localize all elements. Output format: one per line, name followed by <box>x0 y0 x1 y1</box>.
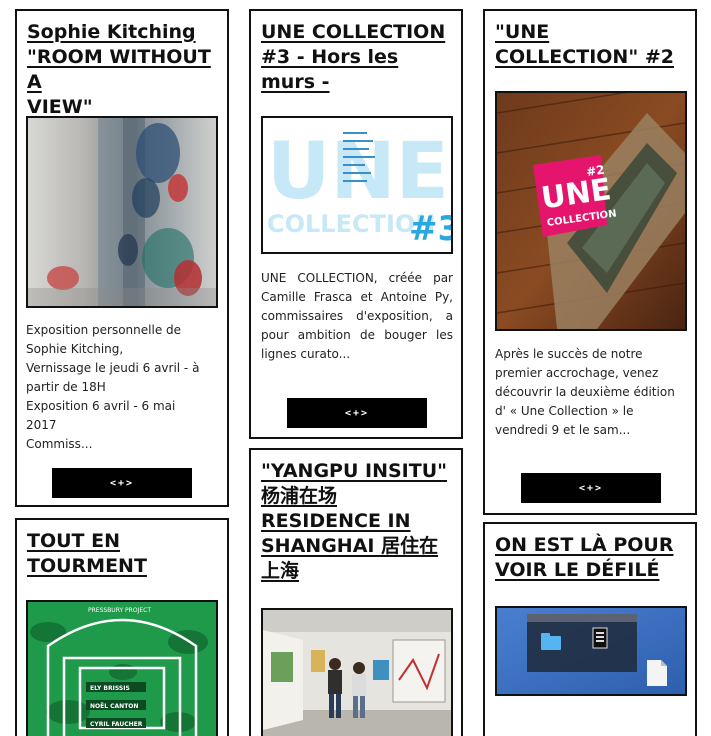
gallery-visitors-photo <box>263 610 451 736</box>
post-card-une-collection-2: "UNE COLLECTION" #2 UNE COLLECTION #2 Ap… <box>483 9 697 515</box>
post-excerpt: Exposition personnelle de Sophie Kitchin… <box>26 321 222 454</box>
excerpt-line: partir de 18H <box>26 380 106 394</box>
tout-en-tourment-poster: PRESSBURY PROJECT ELY BRISSIS NOËL CANTO… <box>28 602 216 736</box>
post-title[interactable]: "YANGPU INSITU" 杨浦在场 RESIDENCE IN SHANGH… <box>261 459 453 584</box>
excerpt-line: vendredi 9 et le sam... <box>495 423 631 437</box>
title-line[interactable]: #3 - Hors les <box>261 45 453 70</box>
title-line[interactable]: TOUT EN <box>27 529 219 554</box>
title-line[interactable]: UNE COLLECTION <box>261 20 453 45</box>
title-line[interactable]: "UNE <box>495 20 687 45</box>
excerpt-line: découvrir la deuxième édition <box>495 385 675 399</box>
excerpt-line: UNE COLLECTION, créée par <box>261 271 453 285</box>
excerpt-line: Exposition 6 avril - 6 mai <box>26 399 176 413</box>
title-line[interactable]: COLLECTION" #2 <box>495 45 687 70</box>
post-card-tout-en-tourment: TOUT EN TOURMENT PRESSBURY PROJECT ELY B… <box>15 518 229 736</box>
excerpt-line: Vernissage le jeudi 6 avril - à <box>26 361 200 375</box>
post-thumbnail-tout-en-tourment[interactable]: PRESSBURY PROJECT ELY BRISSIS NOËL CANTO… <box>26 600 218 736</box>
title-line[interactable]: ON EST LÀ POUR <box>495 533 687 558</box>
excerpt-line: Sophie Kitching, <box>26 342 124 356</box>
title-line[interactable]: Sophie Kitching <box>27 20 219 45</box>
excerpt-line: d' « Une Collection » le <box>495 404 634 418</box>
title-line[interactable]: SHANGHAI 居住在 <box>261 534 453 559</box>
post-card-sophie-kitching: Sophie Kitching "ROOM WITHOUT A VIEW" Ex… <box>15 9 229 507</box>
read-more-button[interactable]: <+> <box>52 468 192 498</box>
post-excerpt: UNE COLLECTION, créée par Camille Frasca… <box>261 269 453 364</box>
excerpt-line: Après le succès de notre <box>495 347 643 361</box>
poster-artist-1: ELY BRISSIS <box>90 685 130 692</box>
title-line[interactable]: VOIR LE DÉFILÉ <box>495 558 687 583</box>
title-line[interactable]: 上海 <box>261 559 453 584</box>
une-collection-3-poster: UNE COLLECTION #3 <box>263 118 451 252</box>
excerpt-line: Exposition personnelle de <box>26 323 182 337</box>
poster-artist-3: CYRIL FAUCHER <box>90 721 143 728</box>
post-card-yangpu-insitu: "YANGPU INSITU" 杨浦在场 RESIDENCE IN SHANGH… <box>249 448 463 736</box>
excerpt-line: 2017 <box>26 418 57 432</box>
post-thumbnail-une-collection-2[interactable]: UNE COLLECTION #2 <box>495 91 687 331</box>
poster-top-text: PRESSBURY PROJECT <box>88 607 151 614</box>
post-thumbnail-abstract-painting[interactable] <box>26 116 218 308</box>
excerpt-line: pour ambition de bouger les <box>261 328 453 342</box>
title-line[interactable]: 杨浦在场 <box>261 484 453 509</box>
post-card-une-collection-3: UNE COLLECTION #3 - Hors les murs - UNE … <box>249 9 463 439</box>
post-title[interactable]: Sophie Kitching "ROOM WITHOUT A VIEW" <box>27 20 219 120</box>
poster-number-text: #3 <box>409 209 451 249</box>
post-thumbnail-une-collection-3[interactable]: UNE COLLECTION #3 <box>261 116 453 254</box>
desktop-screenshot-image <box>497 608 685 694</box>
magazine-number-text: #2 <box>585 163 605 179</box>
read-more-button[interactable]: <+> <box>521 473 661 503</box>
title-line[interactable]: murs - <box>261 70 453 95</box>
post-thumbnail-desktop-screenshot[interactable] <box>495 606 687 696</box>
post-excerpt: Après le succès de notre premier accroch… <box>495 345 691 440</box>
wooden-floor-frame-photo: UNE COLLECTION #2 <box>497 93 685 329</box>
post-title[interactable]: ON EST LÀ POUR VOIR LE DÉFILÉ <box>495 533 687 583</box>
excerpt-line: Camille Frasca et Antoine Py, <box>261 290 453 304</box>
post-title[interactable]: "UNE COLLECTION" #2 <box>495 20 687 70</box>
abstract-painting-image <box>28 118 216 306</box>
title-line[interactable]: RESIDENCE IN <box>261 509 453 534</box>
post-thumbnail-gallery-photo[interactable] <box>261 608 453 736</box>
excerpt-line: premier accrochage, venez <box>495 366 659 380</box>
excerpt-line: Commiss... <box>26 437 93 451</box>
document-icon <box>647 660 667 686</box>
post-title[interactable]: UNE COLLECTION #3 - Hors les murs - <box>261 20 453 95</box>
excerpt-line: lignes curato... <box>261 347 351 361</box>
excerpt-line: commissaires d'exposition, a <box>261 309 453 323</box>
poster-artist-2: NOËL CANTON <box>90 703 138 710</box>
title-line[interactable]: "ROOM WITHOUT A <box>27 45 219 95</box>
post-title[interactable]: TOUT EN TOURMENT <box>27 529 219 579</box>
title-line[interactable]: "YANGPU INSITU" <box>261 459 453 484</box>
title-line[interactable]: TOURMENT <box>27 554 219 579</box>
read-more-button[interactable]: <+> <box>287 398 427 428</box>
post-card-on-est-la-pour-voir-le-defile: ON EST LÀ POUR VOIR LE DÉFILÉ <box>483 522 697 736</box>
